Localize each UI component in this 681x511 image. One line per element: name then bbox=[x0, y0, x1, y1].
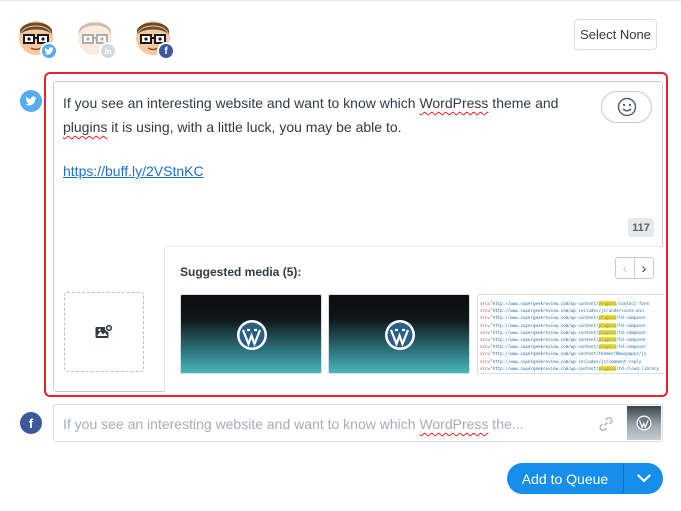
code-screenshot-line: src="http://www.supergeekreview.com/wp-i… bbox=[480, 308, 644, 314]
code-screenshot-line: src="http://www.supergeekreview.com/wp-c… bbox=[480, 351, 647, 357]
preview-segment: If you see an interesting website and wa… bbox=[63, 416, 420, 432]
facebook-icon: f bbox=[20, 412, 42, 434]
code-screenshot-line: src="http://www.supergeekreview.com/wp-c… bbox=[480, 344, 647, 350]
facebook-icon: f bbox=[157, 42, 175, 60]
twitter-composer[interactable]: If you see an interesting website and wa… bbox=[53, 81, 664, 392]
add-to-queue-button[interactable]: Add to Queue bbox=[507, 463, 623, 494]
facebook-post-preview: If you see an interesting website and wa… bbox=[63, 416, 523, 432]
preview-segment: the... bbox=[488, 416, 524, 432]
select-none-button[interactable]: Select None bbox=[574, 19, 657, 50]
smiley-icon bbox=[617, 97, 636, 117]
chevron-right-icon[interactable]: › bbox=[634, 257, 654, 279]
spellcheck-word: WordPress bbox=[419, 416, 489, 432]
chevron-down-icon bbox=[636, 474, 651, 483]
facebook-media-thumbnail[interactable] bbox=[627, 406, 661, 440]
top-divider bbox=[0, 0, 681, 1]
code-screenshot-line: src="http://www.supergeekreview.com/wp-c… bbox=[480, 365, 660, 371]
wordpress-logo-icon bbox=[385, 320, 415, 350]
code-screenshot-line: src="http://www.supergeekreview.com/wp-c… bbox=[480, 329, 647, 335]
linkedin-icon: in bbox=[99, 42, 117, 60]
twitter-icon bbox=[40, 42, 58, 60]
emoji-button[interactable] bbox=[601, 91, 652, 123]
twitter-icon bbox=[20, 90, 42, 112]
code-screenshot-line: src="http://www.supergeekreview.com/wp-c… bbox=[480, 337, 647, 343]
post-text-segment: theme and bbox=[488, 95, 559, 111]
code-screenshot-line: src="http://www.supergeekreview.com/wp-i… bbox=[480, 372, 664, 373]
wordpress-logo-icon bbox=[636, 415, 652, 431]
schedule-options-dropdown[interactable] bbox=[624, 463, 663, 494]
post-link[interactable]: https://buff.ly/2VStnKC bbox=[63, 163, 204, 179]
code-screenshot-line: src="http://www.supergeekreview.com/wp-c… bbox=[480, 322, 647, 328]
post-text-segment: If you see an interesting website and wa… bbox=[63, 95, 420, 111]
suggested-media-panel: Suggested media (5): ‹ › src="http://www… bbox=[164, 246, 664, 392]
spellcheck-word: plugins bbox=[63, 119, 108, 135]
profile-avatar-linkedin[interactable]: in bbox=[77, 20, 117, 60]
suggested-media-item[interactable] bbox=[180, 294, 322, 374]
code-screenshot-line: src="http://www.supergeekreview.com/wp-c… bbox=[480, 315, 647, 321]
character-count: 117 bbox=[628, 218, 654, 237]
wordpress-logo-icon bbox=[237, 320, 267, 350]
add-media-button[interactable] bbox=[64, 292, 144, 372]
suggested-media-item[interactable]: src="http://www.supergeekreview.com/wp-c… bbox=[477, 294, 664, 374]
spellcheck-word: WordPress bbox=[419, 95, 489, 111]
add-to-queue-button-group: Add to Queue bbox=[507, 463, 663, 494]
chevron-left-icon[interactable]: ‹ bbox=[615, 257, 635, 279]
suggested-media-item[interactable] bbox=[328, 294, 470, 374]
code-screenshot-line: src="http://www.supergeekreview.com/wp-i… bbox=[480, 358, 642, 364]
post-text-segment: it is using, with a little luck, you may… bbox=[107, 119, 402, 135]
suggested-media-title: Suggested media (5): bbox=[180, 265, 302, 279]
profile-avatar-facebook[interactable]: f bbox=[135, 20, 175, 60]
profile-avatar-twitter[interactable] bbox=[18, 20, 58, 60]
link-icon[interactable] bbox=[597, 415, 615, 433]
twitter-post-text[interactable]: If you see an interesting website and wa… bbox=[63, 91, 583, 139]
facebook-composer-collapsed[interactable]: If you see an interesting website and wa… bbox=[53, 404, 663, 442]
add-image-icon bbox=[95, 324, 113, 338]
code-screenshot-line: src="http://www.supergeekreview.com/wp-c… bbox=[480, 301, 649, 306]
